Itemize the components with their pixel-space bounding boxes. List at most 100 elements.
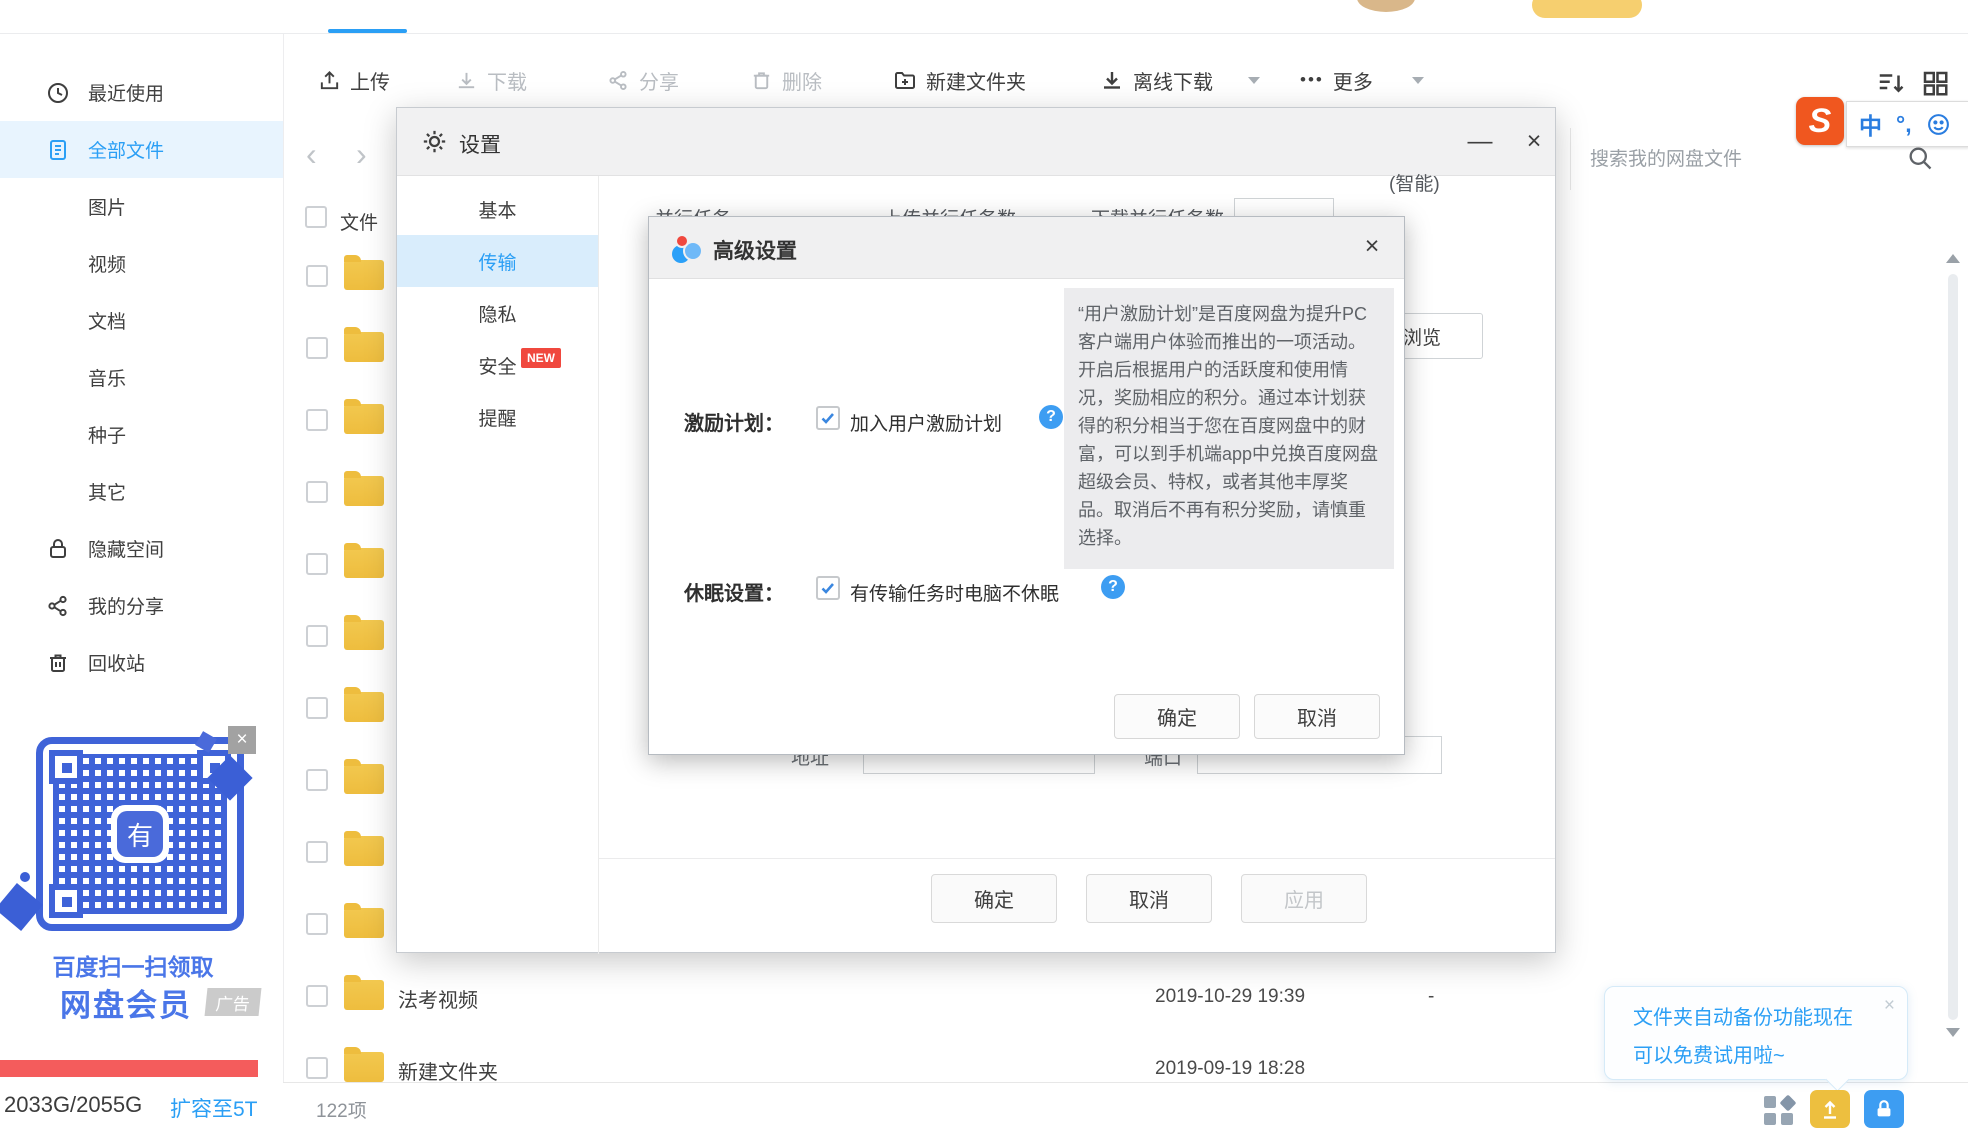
row-checkbox[interactable]: [306, 481, 328, 503]
sidebar-item-recent[interactable]: 最近使用: [0, 64, 283, 121]
row-checkbox[interactable]: [306, 985, 328, 1007]
select-all-checkbox[interactable]: [305, 206, 327, 228]
sidebar-item-label: 其它: [88, 483, 127, 504]
incentive-help-icon[interactable]: ?: [1039, 405, 1063, 429]
lock-button[interactable]: [1864, 1090, 1904, 1128]
row-checkbox[interactable]: [306, 1057, 328, 1079]
settings-cancel-button[interactable]: 取消: [1086, 874, 1212, 923]
back-arrow-icon[interactable]: ‹: [306, 138, 317, 170]
sleep-row-label: 休眠设置：: [684, 583, 784, 605]
advanced-cancel-button[interactable]: 取消: [1254, 694, 1380, 739]
tab-basic[interactable]: 基本: [397, 183, 598, 235]
new-folder-button[interactable]: 新建文件夹: [893, 62, 1026, 98]
sogou-logo-icon[interactable]: S: [1796, 97, 1844, 145]
sleep-checkbox[interactable]: [816, 576, 840, 600]
qr-finder: [49, 884, 83, 918]
upload-icon: [318, 69, 341, 92]
sidebar-item-torrents[interactable]: 种子: [0, 406, 283, 463]
offline-download-button[interactable]: 离线下载: [1100, 62, 1213, 98]
gear-icon: [421, 128, 448, 155]
ime-smiley-icon[interactable]: [1926, 112, 1951, 137]
file-name[interactable]: 新建文件夹: [398, 1056, 498, 1085]
sidebar-item-recycle-bin[interactable]: 回收站: [0, 634, 283, 691]
more-button[interactable]: ••• 更多: [1300, 62, 1373, 98]
download-button[interactable]: 下载: [455, 62, 527, 98]
sidebar-item-pictures[interactable]: 图片: [0, 178, 283, 235]
settings-ok-button[interactable]: 确定: [931, 874, 1057, 923]
upload-button[interactable]: 上传: [318, 62, 390, 98]
tab-alerts[interactable]: 提醒: [397, 391, 598, 443]
ime-punct-toggle[interactable]: °,: [1896, 111, 1912, 138]
sidebar-item-videos[interactable]: 视频: [0, 235, 283, 292]
folder-icon: [344, 471, 384, 506]
close-button[interactable]: ×: [1517, 124, 1551, 158]
sidebar-item-hidden-space[interactable]: 隐藏空间: [0, 520, 283, 577]
auto-backup-button[interactable]: [1810, 1090, 1850, 1128]
tab-label: 传输: [478, 252, 517, 274]
search-icon[interactable]: [1906, 144, 1934, 172]
delete-button[interactable]: 删除: [750, 62, 822, 98]
scrollbar-thumb[interactable]: [1948, 274, 1958, 1020]
row-checkbox[interactable]: [306, 625, 328, 647]
scrollbar-up-icon[interactable]: [1946, 254, 1960, 263]
upload-label: 上传: [350, 71, 390, 94]
advanced-ok-button[interactable]: 确定: [1114, 694, 1240, 739]
tab-security[interactable]: 安全 NEW: [397, 339, 598, 391]
settings-apply-button[interactable]: 应用: [1241, 874, 1367, 923]
advanced-close-button[interactable]: ×: [1355, 229, 1389, 263]
row-checkbox[interactable]: [306, 697, 328, 719]
sidebar-item-my-shares[interactable]: 我的分享: [0, 577, 283, 634]
forward-arrow-icon[interactable]: ›: [356, 138, 367, 170]
sidebar-item-label: 音乐: [88, 369, 127, 390]
row-checkbox[interactable]: [306, 769, 328, 791]
tab-privacy[interactable]: 隐私: [397, 287, 598, 339]
minimize-button[interactable]: —: [1463, 124, 1497, 158]
active-tab-indicator: [328, 29, 407, 33]
sidebar-item-label: 最近使用: [88, 84, 165, 105]
smart-label: (智能): [1389, 174, 1440, 195]
scrollbar-down-icon[interactable]: [1946, 1028, 1960, 1037]
download-icon: [455, 69, 478, 92]
sidebar-item-music[interactable]: 音乐: [0, 349, 283, 406]
folder-icon: [344, 831, 384, 866]
search-input[interactable]: [1588, 142, 1842, 178]
storage-upgrade-link[interactable]: 扩容至5T: [170, 1093, 258, 1123]
grid-view-icon[interactable]: [1920, 68, 1950, 98]
row-checkbox[interactable]: [306, 913, 328, 935]
sidebar-item-others[interactable]: 其它: [0, 463, 283, 520]
row-checkbox[interactable]: [306, 553, 328, 575]
more-caret-icon[interactable]: [1412, 77, 1424, 84]
row-checkbox[interactable]: [306, 265, 328, 287]
row-checkbox[interactable]: [306, 337, 328, 359]
qr-code-ad: 有: [36, 737, 244, 931]
sleep-help-icon[interactable]: ?: [1101, 575, 1125, 599]
sidebar-item-documents[interactable]: 文档: [0, 292, 283, 349]
incentive-checkbox-label[interactable]: 加入用户激励计划: [850, 409, 1002, 436]
file-name[interactable]: 法考视频: [398, 984, 478, 1013]
tab-transfer[interactable]: 传输: [397, 235, 598, 287]
ime-lang-toggle[interactable]: 中: [1859, 107, 1882, 141]
share-button[interactable]: 分享: [607, 62, 679, 98]
qr-ad-close-icon[interactable]: ×: [228, 726, 256, 754]
sidebar-item-all-files[interactable]: 全部文件: [0, 121, 283, 178]
sleep-checkbox-label[interactable]: 有传输任务时电脑不休眠: [850, 579, 1059, 606]
trash-icon: [46, 651, 70, 675]
trash-icon: [750, 69, 773, 92]
top-strip: [0, 0, 1968, 34]
row-checkbox[interactable]: [306, 409, 328, 431]
ad-badge: 广告: [204, 988, 262, 1016]
folder-icon: [344, 759, 384, 794]
apps-grid-icon[interactable]: [1764, 1094, 1797, 1126]
ad-line1: 百度扫一扫领取: [52, 954, 214, 980]
offline-download-caret-icon[interactable]: [1248, 77, 1260, 84]
folder-icon: [344, 903, 384, 938]
tooltip-close-icon[interactable]: ×: [1884, 995, 1895, 1017]
tab-label: 基本: [478, 200, 517, 222]
qr-center-glyph: 有: [117, 811, 163, 857]
file-date: 2019-10-29 19:39: [1155, 986, 1306, 1007]
row-checkbox[interactable]: [306, 841, 328, 863]
sort-list-icon[interactable]: [1876, 68, 1906, 98]
sidebar-item-label: 种子: [88, 426, 127, 447]
file-size: -: [1428, 986, 1435, 1007]
incentive-checkbox[interactable]: [816, 406, 840, 430]
